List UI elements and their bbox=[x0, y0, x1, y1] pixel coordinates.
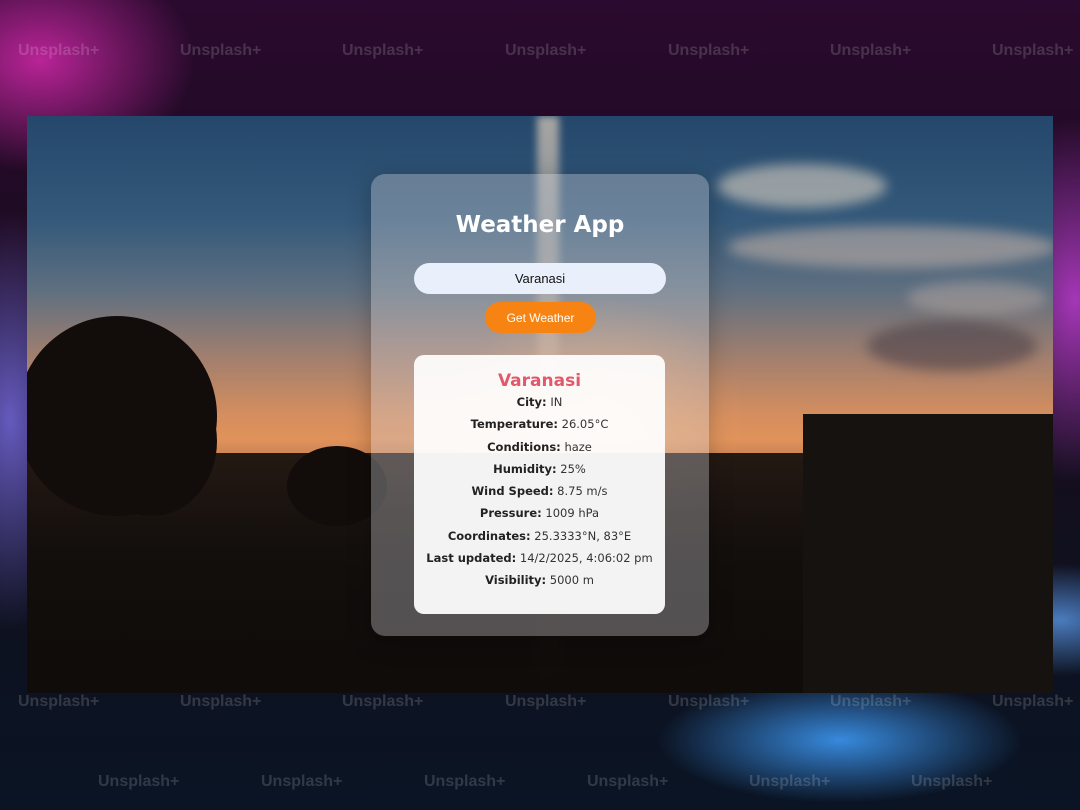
tree-silhouette bbox=[87, 366, 217, 516]
watermark-text: Unsplash+ bbox=[505, 42, 587, 59]
watermark-text: Unsplash+ bbox=[342, 42, 424, 59]
get-weather-button[interactable]: Get Weather bbox=[485, 302, 596, 333]
watermark-text: Unsplash+ bbox=[18, 42, 100, 59]
cloud bbox=[867, 321, 1037, 371]
building-silhouette bbox=[803, 414, 1053, 693]
watermark-text: Unsplash+ bbox=[749, 773, 831, 790]
weather-app-card: Weather App Get Weather Varanasi City: I… bbox=[371, 174, 709, 636]
watermark-text: Unsplash+ bbox=[98, 773, 180, 790]
row-value: 1009 hPa bbox=[545, 506, 600, 521]
watermark-text: Unsplash+ bbox=[18, 693, 100, 710]
weather-row-temperature: Temperature: 26.05°C bbox=[414, 413, 665, 435]
app-title: Weather App bbox=[455, 212, 625, 238]
row-value: 25% bbox=[560, 461, 586, 476]
result-city-name: Varanasi bbox=[497, 371, 582, 391]
row-label: City: bbox=[516, 395, 547, 409]
row-label: Wind Speed: bbox=[471, 484, 554, 499]
watermark-text: Unsplash+ bbox=[180, 693, 262, 710]
weather-row-humidity: Humidity: 25% bbox=[414, 458, 665, 480]
watermark-text: Unsplash+ bbox=[668, 42, 750, 59]
cloud bbox=[727, 226, 1053, 268]
weather-result-panel: Varanasi City: IN Temperature: 26.05°C C… bbox=[414, 355, 665, 614]
row-value: 5000 m bbox=[549, 573, 594, 588]
weather-row-coordinates: Coordinates: 25.3333°N, 83°E bbox=[414, 525, 665, 547]
watermark-text: Unsplash+ bbox=[505, 693, 587, 710]
cloud bbox=[717, 164, 887, 208]
row-label: Pressure: bbox=[479, 506, 542, 521]
row-value: 8.75 m/s bbox=[557, 484, 608, 499]
weather-row-country: City: IN bbox=[414, 391, 665, 413]
watermark-text: Unsplash+ bbox=[668, 693, 750, 710]
row-label: Last updated: bbox=[426, 551, 517, 566]
weather-row-conditions: Conditions: haze bbox=[414, 436, 665, 458]
row-value: 25.3333°N, 83°E bbox=[534, 528, 632, 543]
watermark-text: Unsplash+ bbox=[342, 693, 424, 710]
city-search-input[interactable] bbox=[414, 263, 666, 294]
row-value: haze bbox=[564, 439, 592, 454]
watermark-text: Unsplash+ bbox=[180, 42, 262, 59]
weather-row-pressure: Pressure: 1009 hPa bbox=[414, 502, 665, 524]
watermark-text: Unsplash+ bbox=[830, 42, 912, 59]
cloud bbox=[907, 281, 1047, 315]
watermark-text: Unsplash+ bbox=[261, 773, 343, 790]
weather-row-last-updated: Last updated: 14/2/2025, 4:06:02 pm bbox=[414, 547, 665, 569]
row-label: Conditions: bbox=[487, 439, 561, 454]
watermark-text: Unsplash+ bbox=[911, 773, 993, 790]
weather-row-wind-speed: Wind Speed: 8.75 m/s bbox=[414, 480, 665, 502]
row-value: IN bbox=[550, 395, 563, 409]
row-label: Visibility: bbox=[485, 573, 547, 588]
watermark-text: Unsplash+ bbox=[992, 42, 1074, 59]
watermark-text: Unsplash+ bbox=[424, 773, 506, 790]
watermark-text: Unsplash+ bbox=[830, 693, 912, 710]
watermark-text: Unsplash+ bbox=[992, 693, 1074, 710]
row-value: 14/2/2025, 4:06:02 pm bbox=[519, 551, 653, 566]
row-label: Humidity: bbox=[493, 461, 557, 476]
weather-row-visibility: Visibility: 5000 m bbox=[414, 569, 665, 591]
watermark-text: Unsplash+ bbox=[587, 773, 669, 790]
row-label: Temperature: bbox=[470, 417, 558, 432]
row-value: 26.05°C bbox=[561, 417, 609, 432]
row-label: Coordinates: bbox=[447, 528, 531, 543]
